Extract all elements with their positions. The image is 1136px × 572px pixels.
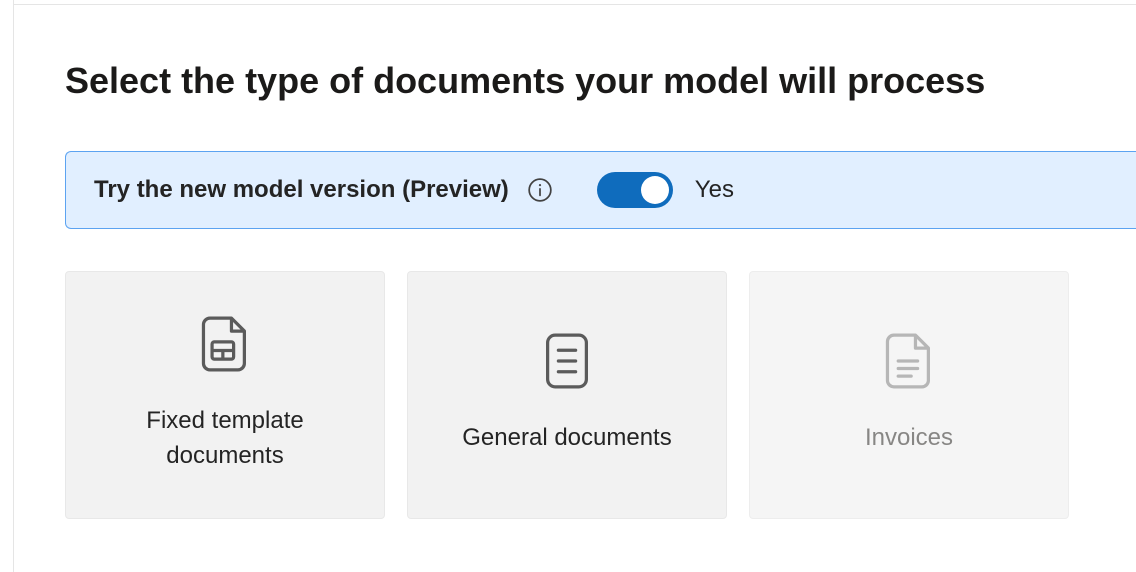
option-label: Invoices — [865, 421, 953, 456]
left-divider — [13, 0, 14, 572]
fixed-template-document-icon — [201, 316, 249, 372]
preview-toggle[interactable] — [597, 172, 673, 208]
top-divider — [14, 4, 1136, 5]
option-label: Fixed template documents — [90, 404, 360, 474]
option-label: General documents — [462, 421, 671, 456]
content-area: Select the type of documents your model … — [65, 58, 1136, 519]
option-invoices[interactable]: Invoices — [749, 271, 1069, 519]
info-icon[interactable] — [527, 177, 553, 203]
page-title: Select the type of documents your model … — [65, 58, 1136, 105]
toggle-knob — [641, 176, 669, 204]
option-fixed-template[interactable]: Fixed template documents — [65, 271, 385, 519]
invoice-document-icon — [885, 333, 933, 389]
option-general-documents[interactable]: General documents — [407, 271, 727, 519]
options-row: Fixed template documents General documen… — [65, 271, 1136, 519]
general-document-icon — [543, 333, 591, 389]
toggle-state-label: Yes — [695, 176, 734, 204]
preview-label: Try the new model version (Preview) — [94, 176, 509, 204]
preview-banner: Try the new model version (Preview) Yes — [65, 151, 1136, 229]
